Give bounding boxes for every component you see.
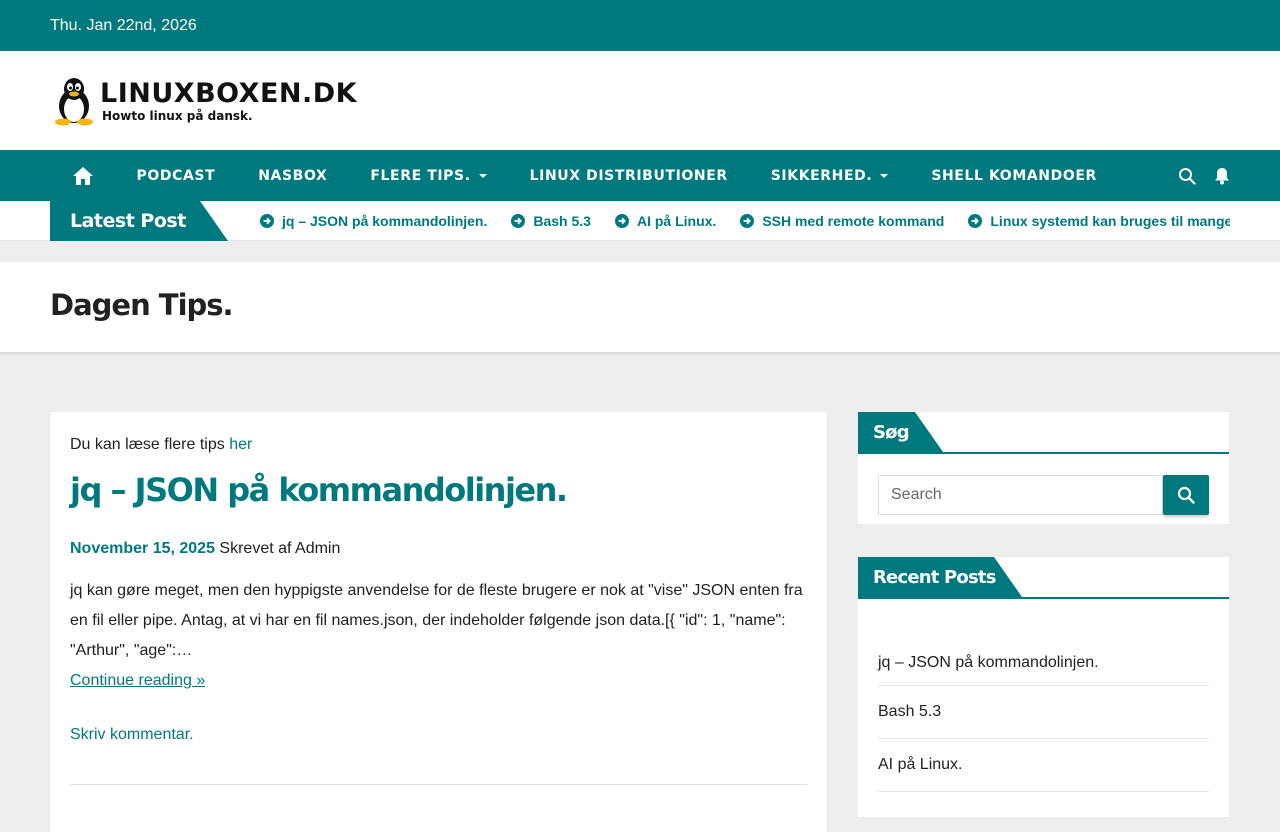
tux-penguin-icon [55,77,93,125]
arrow-circle-right-icon [740,214,755,228]
nav-item-label: NASBOX [258,167,328,184]
site-tagline: Howto linux på dansk. [102,108,253,123]
nav-item-label: SIKKERHED. [770,167,873,184]
top-bar: Thu. Jan 22nd, 2026 [0,0,1280,51]
page-title: Dagen Tips. [50,288,234,322]
post-card: Du kan læse flere tips her jq – JSON på … [50,412,827,832]
post-divider [70,784,807,785]
nav-item-sikkerhed[interactable]: SIKKERHED. [749,150,910,201]
nav-item-podcast[interactable]: PODCAST [115,150,237,201]
post-author: Skrevet af Admin [214,540,341,557]
search-widget: Søg [858,412,1229,524]
ticker-item-label: SSH med remote kommand [762,213,945,229]
intro-link[interactable]: her [229,436,252,453]
search-icon [1177,486,1195,504]
brand-bar: LINUXBOXEN.DK Howto linux på dansk. [0,51,1280,150]
arrow-circle-right-icon [260,214,274,228]
ticker-item-label: AI på Linux. [636,213,717,229]
recent-post-item[interactable]: AI på Linux. [878,739,1209,792]
comment-link[interactable]: Skriv kommentar. [70,726,807,744]
nav-item-label: SHELL KOMANDOER [931,167,1097,184]
search-input[interactable] [878,475,1163,515]
widget-header: Recent Posts [858,557,1229,599]
arrow-circle-right-icon [968,214,983,228]
nav-item-label: LINUX DISTRIBUTIONER [529,167,728,184]
nav-item-linux-distributioner[interactable]: LINUX DISTRIBUTIONER [508,150,749,201]
widget-title: Søg [858,412,943,452]
recent-posts-list: jq – JSON på kommandolinjen. Bash 5.3 AI… [878,637,1209,792]
recent-post-item[interactable]: jq – JSON på kommandolinjen. [878,637,1209,686]
post-excerpt: jq kan gøre meget, men den hyppigste anv… [70,582,803,659]
ticker-item-label: Linux systemd kan bruges til mange [990,213,1230,229]
arrow-circle-right-icon [614,214,629,228]
search-form [878,475,1209,515]
current-date: Thu. Jan 22nd, 2026 [50,16,197,34]
search-button[interactable] [1163,475,1209,515]
post-title[interactable]: jq – JSON på kommandolinjen. [70,470,807,510]
main-nav: PODCAST NASBOX FLERE TIPS. LINUX DISTRIB… [0,150,1280,201]
ticker-item[interactable]: Linux systemd kan bruges til mange [968,213,1230,229]
page-title-bar: Dagen Tips. [0,262,1280,352]
ticker-item-label: jq – JSON på kommandolinjen. [282,213,488,229]
widget-header: Søg [858,412,1229,454]
ticker-items: jq – JSON på kommandolinjen. Bash 5.3 AI… [260,201,1230,241]
latest-post-ticker: Latest Post jq – JSON på kommandolinjen.… [0,201,1280,241]
arrow-circle-right-icon [511,214,526,228]
ticker-item[interactable]: SSH med remote kommand [740,213,944,229]
search-icon[interactable] [1178,167,1196,185]
nav-item-nasbox[interactable]: NASBOX [237,150,349,201]
ticker-item[interactable]: AI på Linux. [614,213,717,229]
post-meta: November 15, 2025 Skrevet af Admin [70,540,807,558]
ticker-item-label: Bash 5.3 [533,213,591,229]
site-title: LINUXBOXEN.DK [100,77,358,109]
recent-posts-widget: Recent Posts jq – JSON på kommandolinjen… [858,557,1229,817]
nav-item-shell-komandoer[interactable]: SHELL KOMANDOER [910,150,1119,201]
home-icon [72,166,93,185]
ticker-label: Latest Post [50,201,228,241]
read-more-link[interactable]: Continue reading » [70,666,807,696]
ticker-item[interactable]: jq – JSON på kommandolinjen. [260,213,487,229]
site-logo[interactable]: LINUXBOXEN.DK Howto linux på dansk. [50,76,357,126]
widget-title: Recent Posts [858,557,1022,597]
nav-item-label: FLERE TIPS. [370,167,471,184]
nav-item-flere-tips[interactable]: FLERE TIPS. [349,150,508,201]
caret-down-icon [478,173,487,178]
recent-post-item[interactable]: Bash 5.3 [878,686,1209,739]
nav-item-label: PODCAST [136,167,216,184]
ticker-item[interactable]: Bash 5.3 [511,213,591,229]
nav-home[interactable] [50,150,115,201]
post-intro: Du kan læse flere tips her [70,436,807,454]
intro-text: Du kan læse flere tips [70,436,230,453]
bell-icon[interactable] [1214,167,1230,185]
caret-down-icon [880,173,889,178]
post-date[interactable]: November 15, 2025 [70,540,215,557]
